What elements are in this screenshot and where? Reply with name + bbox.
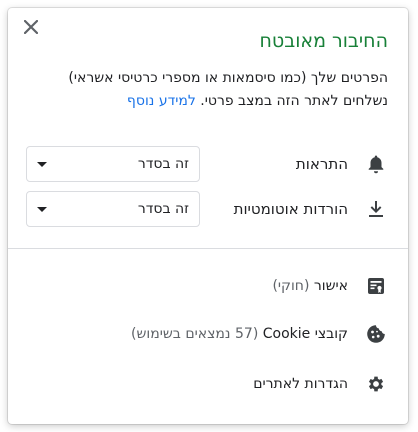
permission-row-notifications: התראות זה בסדר [26,145,388,183]
chevron-down-icon [37,161,47,167]
cookies-row[interactable]: קובצי Cookie (57 נמצאים בשימוש) [26,318,388,350]
notifications-select[interactable]: זה בסדר [26,146,200,182]
select-value: זה בסדר [137,201,189,217]
select-value: זה בסדר [137,156,189,172]
permission-label: הורדות אוטומטיות [233,200,348,218]
dialog-title: החיבור מאובטח [259,30,388,52]
close-button[interactable] [20,16,42,38]
site-settings-label: הגדרות לאתרים [253,376,348,392]
learn-more-link[interactable]: למידע נוסף [127,93,196,109]
certificate-text: אישור (חוקי) [272,278,348,294]
divider [8,248,408,249]
certificate-label: אישור [313,278,348,294]
bell-icon [364,152,388,176]
site-info-dialog: החיבור מאובטח הפרטים שלך (כמו סיסמאות או… [8,8,408,424]
certificate-row[interactable]: אישור (חוקי) [26,270,388,302]
connection-description: הפרטים שלך (כמו סיסמאות או מספרי כרטיסי … [26,67,388,113]
permission-row-downloads: הורדות אוטומטיות זה בסדר [26,190,388,228]
certificate-icon [364,274,388,298]
chevron-down-icon [37,206,47,212]
downloads-select[interactable]: זה בסדר [26,191,200,227]
download-icon [364,197,388,221]
cookies-text: קובצי Cookie (57 נמצאים בשימוש) [131,326,348,342]
cookies-label: קובצי Cookie [262,326,348,342]
cookie-icon [364,322,388,346]
site-settings-row[interactable]: הגדרות לאתרים [26,368,388,400]
cookies-count: (57 נמצאים בשימוש) [131,326,259,342]
certificate-status: (חוקי) [272,278,310,294]
gear-icon [364,372,388,396]
description-text: הפרטים שלך (כמו סיסמאות או מספרי כרטיסי … [68,70,388,109]
close-icon [24,20,38,34]
permission-label: התראות [295,155,348,173]
